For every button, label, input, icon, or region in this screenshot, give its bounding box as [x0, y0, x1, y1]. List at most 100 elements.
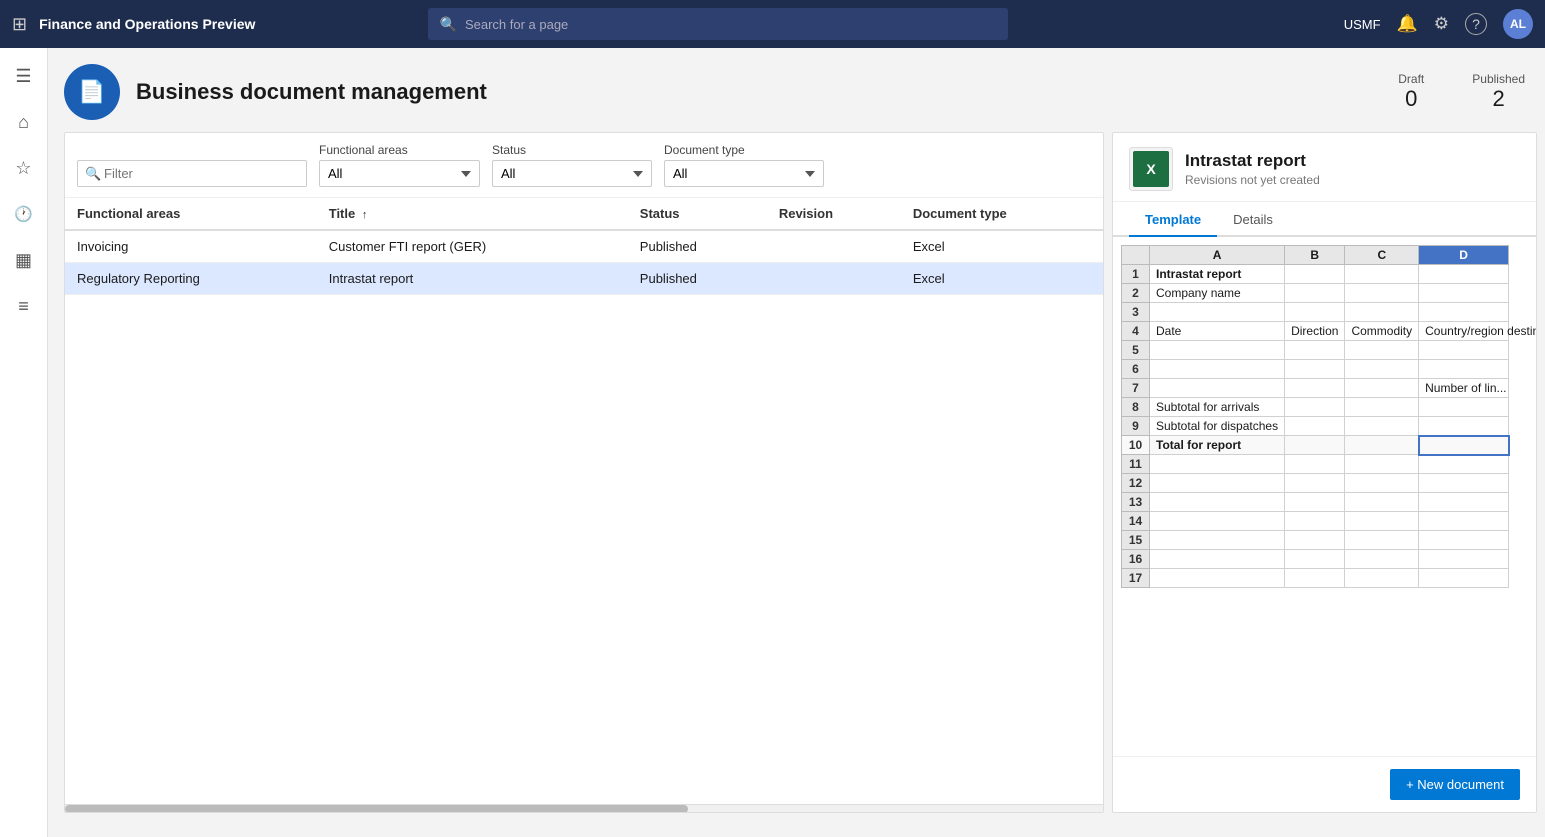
table-row[interactable]: Regulatory ReportingIntrastat reportPubl… — [65, 263, 1103, 295]
tab-details[interactable]: Details — [1217, 202, 1289, 237]
excel-col-header: C — [1345, 246, 1419, 265]
excel-row: 2Company name — [1122, 284, 1509, 303]
excel-cell — [1345, 398, 1419, 417]
excel-cell: Subtotal for dispatches — [1150, 417, 1285, 436]
status-select[interactable]: All Published Draft — [492, 160, 652, 187]
functional-areas-filter: Functional areas All Invoicing Regulator… — [319, 143, 480, 187]
excel-cell — [1419, 550, 1509, 569]
document-type-label: Document type — [664, 143, 824, 157]
document-type-select[interactable]: All Excel Word — [664, 160, 824, 187]
excel-preview[interactable]: ABCD1Intrastat report2Company name34Date… — [1113, 237, 1536, 756]
functional-areas-select[interactable]: All Invoicing Regulatory Reporting — [319, 160, 480, 187]
main-area: 📄 Business document management Draft 0 P… — [48, 48, 1545, 837]
excel-row-header: 16 — [1122, 550, 1150, 569]
new-document-button[interactable]: + New document — [1390, 769, 1520, 800]
help-icon[interactable]: ? — [1465, 13, 1487, 35]
rp-header: X Intrastat report Revisions not yet cre… — [1113, 133, 1536, 202]
sort-icon: ↑ — [362, 209, 368, 221]
excel-row: 12 — [1122, 474, 1509, 493]
excel-row: 8Subtotal for arrivals — [1122, 398, 1509, 417]
scroll-track[interactable] — [65, 804, 1103, 812]
excel-cell — [1419, 493, 1509, 512]
excel-icon-wrap: X — [1129, 147, 1173, 191]
filter-search-icon: 🔍 — [85, 166, 101, 182]
sidebar-recent[interactable]: 🕐 — [6, 196, 42, 232]
excel-cell — [1285, 474, 1345, 493]
avatar[interactable]: AL — [1503, 9, 1533, 39]
excel-row-header: 4 — [1122, 322, 1150, 341]
excel-cell — [1150, 512, 1285, 531]
excel-cell — [1419, 360, 1509, 379]
header-stats: Draft 0 Published 2 — [1398, 72, 1525, 112]
draft-count: 0 — [1398, 86, 1424, 112]
col-functional-areas: Functional areas — [65, 198, 317, 230]
col-title[interactable]: Title ↑ — [317, 198, 628, 230]
content-body: 🔍 Functional areas All Invoicing Regulat… — [48, 132, 1545, 821]
table-scroll-area[interactable]: Functional areas Title ↑ Status Revision… — [65, 198, 1103, 804]
excel-cell — [1419, 303, 1509, 322]
excel-cell — [1345, 303, 1419, 322]
excel-cell — [1345, 474, 1419, 493]
cell-revision — [767, 263, 901, 295]
status-label: Status — [492, 143, 652, 157]
filter-row: 🔍 Functional areas All Invoicing Regulat… — [65, 133, 1103, 198]
excel-row-header: 9 — [1122, 417, 1150, 436]
excel-cell — [1345, 569, 1419, 588]
excel-row: 10Total for report — [1122, 436, 1509, 455]
excel-row: 7Number of lin... — [1122, 379, 1509, 398]
excel-row-header: 3 — [1122, 303, 1150, 322]
excel-cell — [1345, 341, 1419, 360]
sidebar-workspaces[interactable]: ▦ — [6, 242, 42, 278]
excel-row: 1Intrastat report — [1122, 265, 1509, 284]
table-panel: 🔍 Functional areas All Invoicing Regulat… — [64, 132, 1104, 813]
excel-cell — [1419, 474, 1509, 493]
right-panel: X Intrastat report Revisions not yet cre… — [1112, 132, 1537, 813]
excel-cell — [1345, 360, 1419, 379]
excel-cell — [1419, 512, 1509, 531]
cell-title: Intrastat report — [317, 263, 628, 295]
excel-cell — [1285, 341, 1345, 360]
excel-cell — [1419, 341, 1509, 360]
company-selector[interactable]: USMF — [1344, 17, 1381, 32]
excel-row: 4DateDirectionCommodityCountry/region de… — [1122, 322, 1509, 341]
excel-cell — [1345, 379, 1419, 398]
app-grid-icon[interactable]: ⊞ — [12, 14, 27, 35]
excel-row-header: 8 — [1122, 398, 1150, 417]
cell-revision — [767, 230, 901, 263]
page-icon: 📄 — [64, 64, 120, 120]
excel-cell — [1285, 398, 1345, 417]
search-input[interactable] — [465, 17, 996, 32]
excel-cell: Company name — [1150, 284, 1285, 303]
excel-cell — [1345, 493, 1419, 512]
page-title: Business document management — [136, 79, 487, 105]
excel-cell — [1150, 474, 1285, 493]
excel-row: 3 — [1122, 303, 1509, 322]
gear-icon[interactable]: ⚙ — [1434, 14, 1449, 34]
rp-title: Intrastat report — [1185, 151, 1320, 171]
search-bar[interactable]: 🔍 — [428, 8, 1008, 40]
published-count: 2 — [1472, 86, 1525, 112]
scroll-thumb[interactable] — [65, 805, 688, 813]
excel-cell — [1419, 417, 1509, 436]
bell-icon[interactable]: 🔔 — [1397, 14, 1418, 34]
excel-cell — [1285, 569, 1345, 588]
sidebar-hamburger[interactable]: ☰ — [6, 58, 42, 94]
col-document-type: Document type — [901, 198, 1103, 230]
excel-row-header: 6 — [1122, 360, 1150, 379]
excel-row: 15 — [1122, 531, 1509, 550]
tab-template[interactable]: Template — [1129, 202, 1217, 237]
excel-row-header: 1 — [1122, 265, 1150, 284]
excel-row-header: 14 — [1122, 512, 1150, 531]
table-row[interactable]: InvoicingCustomer FTI report (GER)Publis… — [65, 230, 1103, 263]
excel-cell — [1345, 550, 1419, 569]
excel-cell — [1345, 531, 1419, 550]
excel-cell — [1285, 512, 1345, 531]
excel-col-header: A — [1150, 246, 1285, 265]
draft-stat: Draft 0 — [1398, 72, 1424, 112]
sidebar-home[interactable]: ⌂ — [6, 104, 42, 140]
excel-cell: Subtotal for arrivals — [1150, 398, 1285, 417]
sidebar-favorites[interactable]: ☆ — [6, 150, 42, 186]
filter-input[interactable] — [77, 160, 307, 187]
sidebar-modules[interactable]: ≡ — [6, 288, 42, 324]
documents-table: Functional areas Title ↑ Status Revision… — [65, 198, 1103, 295]
